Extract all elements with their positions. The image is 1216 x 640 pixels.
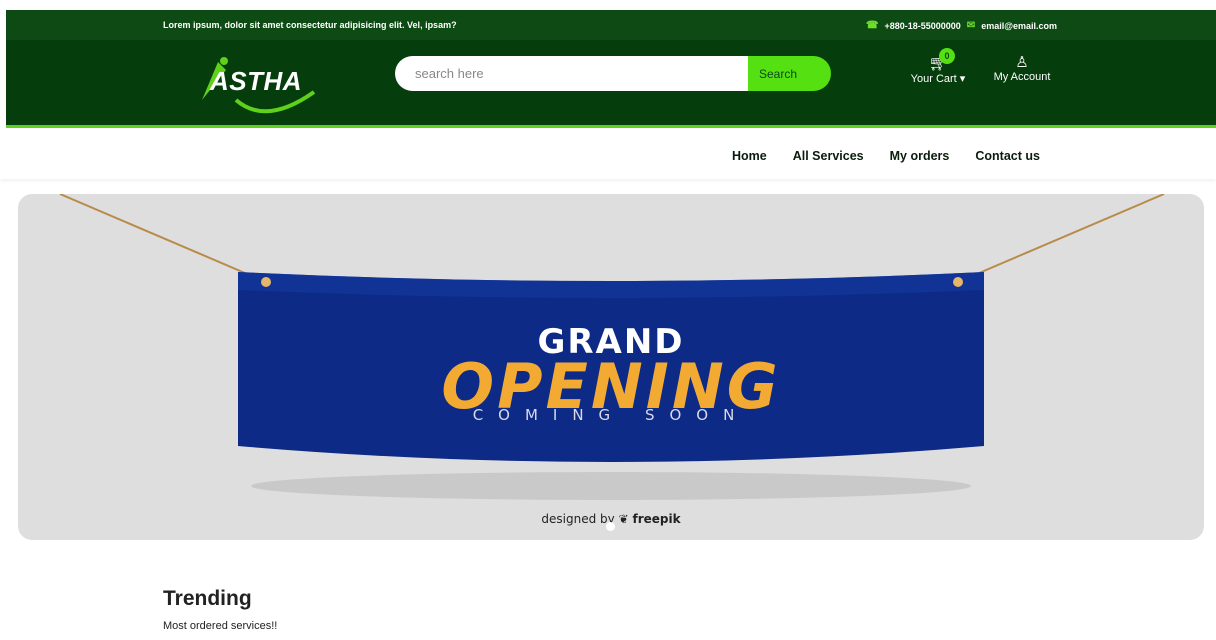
mail-icon: ✉ (966, 20, 976, 31)
nav-item-contact-us[interactable]: Contact us (975, 149, 1040, 163)
trending-subtitle: Most ordered services!! (163, 620, 278, 632)
site-logo[interactable]: ASTHA (196, 52, 336, 114)
search-bar: Search (395, 56, 831, 91)
phone-icon: ☎ (866, 20, 879, 31)
banner-title-line3: COMING SOON (472, 406, 750, 424)
logo-text: ASTHA (210, 66, 303, 96)
nav-item-my-orders[interactable]: My orders (890, 149, 950, 163)
account-button[interactable]: ♙ My Account (987, 50, 1057, 94)
cart-label: Your Cart ▾ (910, 73, 966, 85)
main-header: ASTHA Search 🛒︎ 0 Your Cart ▾ ♙ My Accou… (6, 40, 1216, 128)
chevron-down-icon: ▾ (959, 73, 966, 85)
top-info-bar: Lorem ipsum, dolor sit amet consectetur … (6, 10, 1216, 40)
carousel-indicator-dot[interactable] (606, 522, 615, 531)
trending-title: Trending (163, 587, 252, 610)
nav-item-home[interactable]: Home (732, 149, 767, 163)
top-contacts: ☎ +880-18-55000000 ✉ email@email.com (866, 20, 1057, 31)
search-input[interactable] (395, 56, 751, 91)
email-address[interactable]: email@email.com (981, 21, 1057, 31)
main-nav: Home All Services My orders Contact us (0, 131, 1216, 179)
cart-button[interactable]: 🛒︎ 0 Your Cart ▾ (898, 48, 978, 94)
hero-carousel[interactable]: GRAND OPENING COMING SOON designed by ❦ … (18, 194, 1204, 540)
top-tagline: Lorem ipsum, dolor sit amet consectetur … (163, 20, 457, 30)
user-icon: ♙ (1015, 54, 1029, 71)
phone-number[interactable]: +880-18-55000000 (884, 21, 960, 31)
freepik-logo-icon: ❦ (618, 512, 629, 526)
account-label: My Account (993, 71, 1051, 83)
cart-count-badge: 0 (939, 48, 955, 64)
nav-list: Home All Services My orders Contact us (732, 147, 1040, 165)
cart-icon: 🛒︎ (928, 55, 948, 72)
search-button[interactable]: Search (748, 56, 831, 91)
nav-item-all-services[interactable]: All Services (793, 149, 864, 163)
